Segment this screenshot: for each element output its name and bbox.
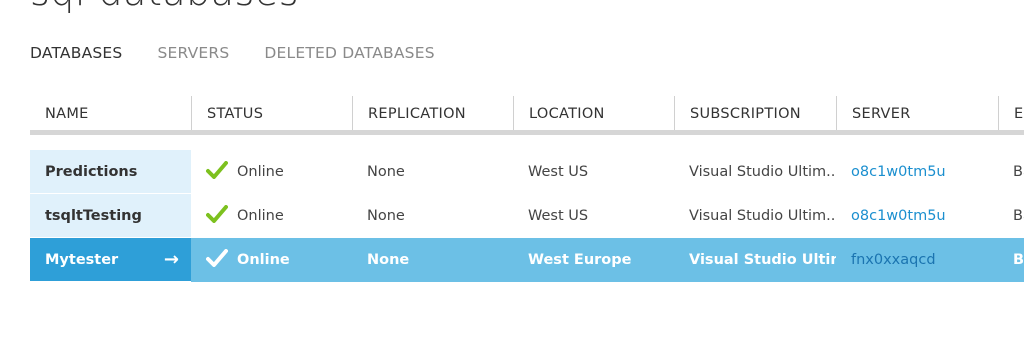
tab-deleted-databases[interactable]: DELETED DATABASES: [264, 44, 434, 62]
cell-status: Online: [191, 238, 352, 282]
column-header-location[interactable]: LOCATION: [513, 96, 674, 132]
checkmark-icon: [206, 205, 228, 223]
cell-replication: None: [367, 208, 405, 224]
page-title: sql databases: [30, 0, 299, 14]
table-row[interactable]: Predictions Online None West US Visual S…: [30, 150, 1024, 194]
row-name-text: Mytester: [45, 252, 119, 268]
cell-name[interactable]: tsqltTesting: [30, 194, 191, 238]
cell-name[interactable]: Predictions: [30, 150, 191, 194]
status-text: Online: [237, 208, 284, 224]
table-header: NAME STATUS REPLICATION LOCATION SUBSCRI…: [30, 96, 1024, 135]
column-header-edition[interactable]: EDITION: [998, 96, 1024, 132]
view-tabs: DATABASES SERVERS DELETED DATABASES: [30, 44, 470, 62]
cell-edition: Basic: [1013, 252, 1024, 268]
table-body: Predictions Online None West US Visual S…: [30, 150, 1024, 282]
header-divider: [30, 130, 1024, 135]
cell-replication: None: [367, 252, 410, 268]
column-header-replication[interactable]: REPLICATION: [352, 96, 513, 132]
cell-server-link[interactable]: o8c1w0tm5u: [836, 194, 998, 238]
cell-server-link[interactable]: o8c1w0tm5u: [836, 150, 998, 194]
table-row-selected[interactable]: Mytester → Online None West Europe Visua…: [30, 238, 1024, 282]
status-text: Online: [237, 164, 284, 180]
cell-subscription: Visual Studio Ultim...: [689, 164, 836, 180]
cell-name[interactable]: Mytester →: [30, 238, 191, 282]
column-header-name[interactable]: NAME: [30, 96, 191, 132]
column-header-subscription[interactable]: SUBSCRIPTION: [674, 96, 836, 132]
status-text: Online: [237, 252, 290, 268]
cell-subscription: Visual Studio Ultim...: [689, 252, 836, 268]
column-header-server[interactable]: SERVER: [836, 96, 998, 132]
table-row[interactable]: tsqltTesting Online None West US Visual …: [30, 194, 1024, 238]
cell-subscription: Visual Studio Ultim...: [689, 208, 836, 224]
tab-servers[interactable]: SERVERS: [157, 44, 229, 62]
cell-location: West US: [528, 164, 589, 180]
databases-table: NAME STATUS REPLICATION LOCATION SUBSCRI…: [30, 96, 1024, 282]
cell-edition: Basic: [1013, 164, 1024, 180]
cell-server-link[interactable]: fnx0xxaqcd: [836, 238, 998, 282]
column-header-status[interactable]: STATUS: [191, 96, 352, 132]
tab-databases[interactable]: DATABASES: [30, 44, 122, 62]
cell-location: West US: [528, 208, 589, 224]
cell-replication: None: [367, 164, 405, 180]
cell-status: Online: [191, 150, 352, 194]
arrow-right-icon[interactable]: →: [164, 238, 179, 281]
cell-location: West Europe: [528, 252, 632, 268]
checkmark-icon: [206, 249, 228, 267]
checkmark-icon: [206, 161, 228, 179]
cell-edition: Basic: [1013, 208, 1024, 224]
cell-status: Online: [191, 194, 352, 238]
